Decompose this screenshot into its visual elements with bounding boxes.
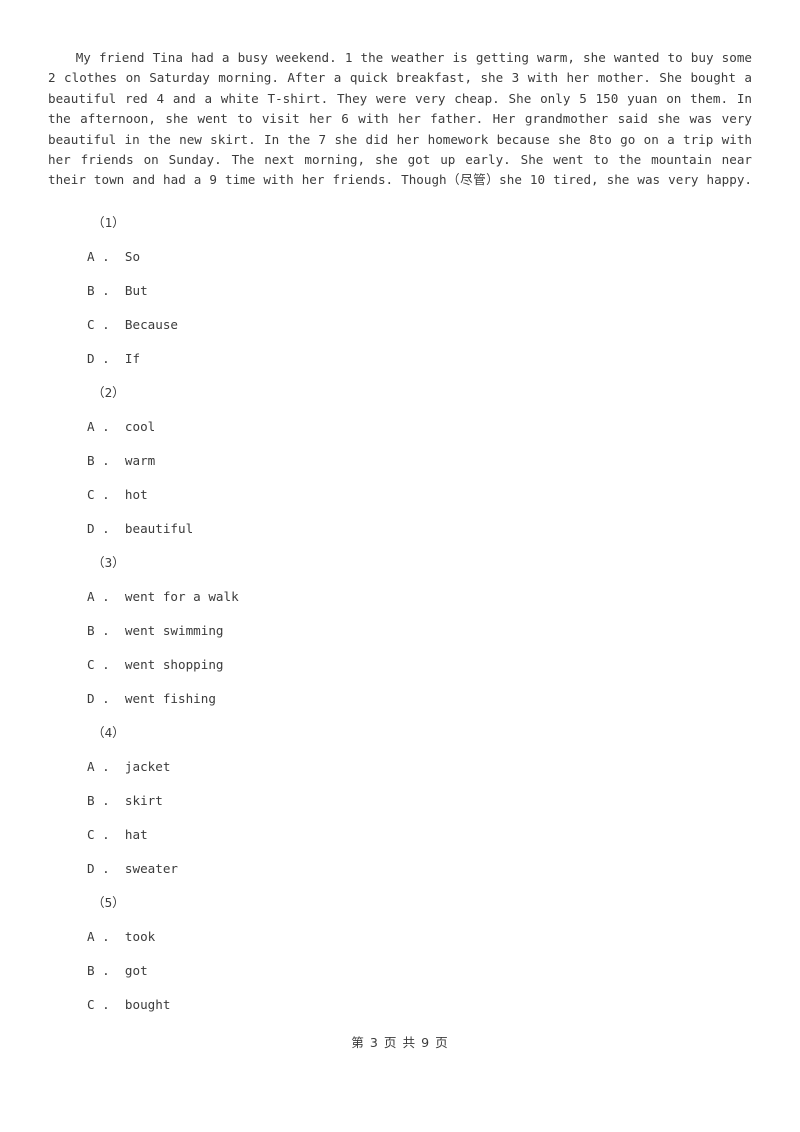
option-letter: D . [87,861,110,876]
option-letter: C . [87,827,110,842]
page-footer: 第 3 页 共 9 页 [351,1035,449,1050]
option-letter: D . [87,691,110,706]
option-text: bought [124,997,171,1012]
option-letter: B . [87,623,110,638]
option-text: went shopping [124,657,224,672]
option-letter: A . [87,759,110,774]
question-number: （2） [92,385,125,400]
answer-option[interactable]: B . went swimming [48,614,752,648]
question-number: （4） [92,725,125,740]
option-text: hot [124,487,148,502]
cloze-passage: My friend Tina had a busy weekend. 1 the… [48,50,752,188]
option-letter: B . [87,453,110,468]
question-block: （2） A . cool B . warm C . hot D . beautiful [48,376,752,546]
option-text: skirt [124,793,163,808]
option-text: went for a walk [124,589,239,604]
question-number: （5） [92,895,125,910]
option-text: But [124,283,148,298]
option-text: cool [124,419,156,434]
option-letter: D . [87,521,110,536]
option-letter: B . [87,963,110,978]
question-block: （4） A . jacket B . skirt C . hat D . sweater [48,716,752,886]
option-text: went swimming [124,623,224,638]
option-text: went fishing [124,691,216,706]
answer-option[interactable]: D . If [48,342,752,376]
option-text: got [124,963,148,978]
option-text: jacket [124,759,171,774]
option-text: So [124,249,141,264]
answer-option[interactable]: A . cool [48,410,752,444]
option-letter: A . [87,589,110,604]
answer-option[interactable]: C . hot [48,478,752,512]
answer-option[interactable]: C . went shopping [48,648,752,682]
answer-option[interactable]: D . beautiful [48,512,752,546]
answer-option[interactable]: C . hat [48,818,752,852]
answer-option[interactable]: C . bought [48,988,752,1022]
answer-option[interactable]: D . sweater [48,852,752,886]
document-page: My friend Tina had a busy weekend. 1 the… [0,0,800,1132]
option-text: took [124,929,156,944]
option-letter: C . [87,487,110,502]
question-block: （5） A . took B . got C . bought [48,886,752,1022]
option-letter: D . [87,351,110,366]
option-text: sweater [124,861,178,876]
answer-option[interactable]: B . But [48,274,752,308]
option-letter: A . [87,419,110,434]
option-letter: C . [87,997,110,1012]
answer-option[interactable]: A . So [48,240,752,274]
option-letter: A . [87,929,110,944]
option-letter: B . [87,793,110,808]
option-letter: A . [87,249,110,264]
answer-option[interactable]: C . Because [48,308,752,342]
answer-option[interactable]: A . jacket [48,750,752,784]
answer-option[interactable]: B . skirt [48,784,752,818]
question-list: （1） A . So B . But C . Because D . If （2） A . … [48,206,752,1022]
option-text: Because [124,317,178,332]
answer-option[interactable]: B . got [48,954,752,988]
question-block: （1） A . So B . But C . Because D . If [48,206,752,376]
question-number: （3） [92,555,125,570]
option-letter: B . [87,283,110,298]
answer-option[interactable]: A . took [48,920,752,954]
option-text: warm [124,453,156,468]
answer-option[interactable]: A . went for a walk [48,580,752,614]
option-text: beautiful [124,521,194,536]
option-text: If [124,351,141,366]
option-text: hat [124,827,148,842]
answer-option[interactable]: D . went fishing [48,682,752,716]
question-number: （1） [92,215,125,230]
option-letter: C . [87,657,110,672]
question-block: （3） A . went for a walk B . went swimming C… [48,546,752,716]
answer-option[interactable]: B . warm [48,444,752,478]
option-letter: C . [87,317,110,332]
